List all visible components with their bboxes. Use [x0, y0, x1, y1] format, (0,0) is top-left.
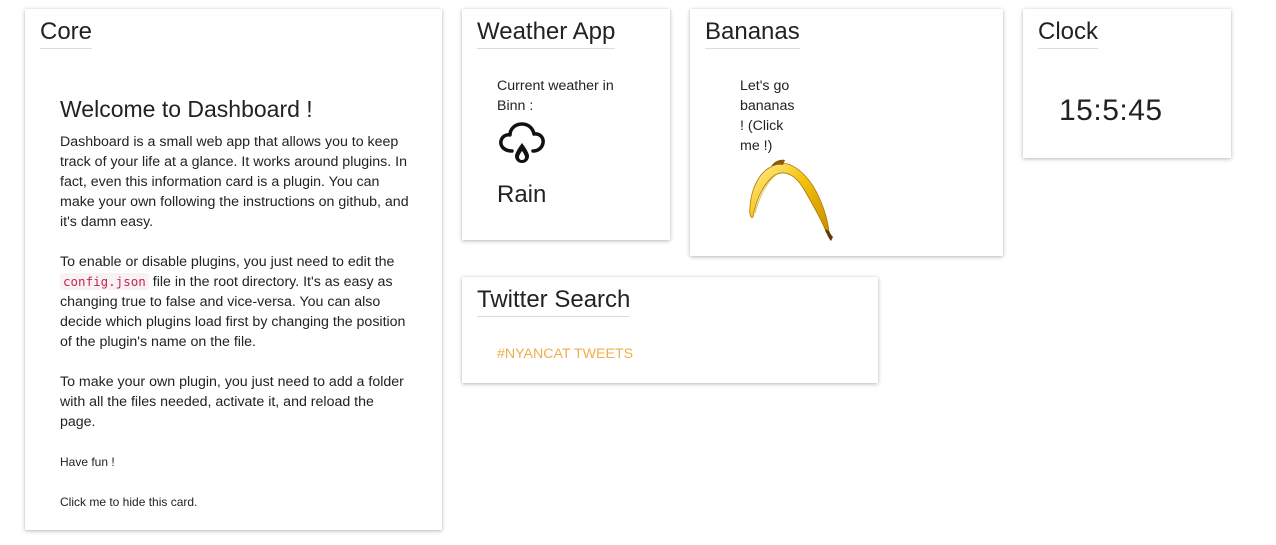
plugins-text-before: To enable or disable plugins, you just n… [60, 254, 395, 270]
bananas-card-title: Bananas [705, 17, 800, 49]
plugins-paragraph: To enable or disable plugins, you just n… [60, 252, 410, 352]
weather-location-label: Current weather in Binn : [497, 78, 614, 114]
core-card-body: Welcome to Dashboard ! Dashboard is a sm… [60, 94, 410, 532]
nyancat-tweets-link[interactable]: #NYANCAT TWEETS [497, 346, 633, 362]
welcome-heading: Welcome to Dashboard ! [60, 96, 313, 122]
have-fun-text: Have fun ! [60, 455, 115, 469]
intro-paragraph: Dashboard is a small web app that allows… [60, 134, 409, 230]
core-card-title: Core [40, 17, 93, 49]
config-json-code: config.json [60, 273, 149, 290]
bananas-text: Let's go bananas ! (Click me !) [740, 78, 795, 154]
own-plugin-paragraph: To make your own plugin, you just need t… [60, 374, 404, 430]
bananas-card[interactable]: Bananas Let's go bananas ! (Click me !) [690, 9, 1003, 256]
clock-card-title: Clock [1038, 17, 1099, 49]
weather-condition: Rain [497, 181, 547, 208]
weather-card-title: Weather App [477, 17, 616, 49]
banana-image[interactable] [743, 157, 843, 247]
twitter-card-title: Twitter Search [477, 285, 631, 317]
weather-card: Weather App Current weather in Binn : Ra… [462, 9, 670, 240]
clock-card: Clock 15:5:45 [1023, 9, 1231, 158]
cloud-rain-icon [499, 122, 545, 163]
hide-card-hint[interactable]: Click me to hide this card. [60, 492, 410, 512]
twitter-search-card: Twitter Search #NYANCAT TWEETS [462, 277, 878, 383]
core-card[interactable]: Core Welcome to Dashboard ! Dashboard is… [25, 9, 442, 530]
clock-time: 15:5:45 [1059, 94, 1163, 127]
